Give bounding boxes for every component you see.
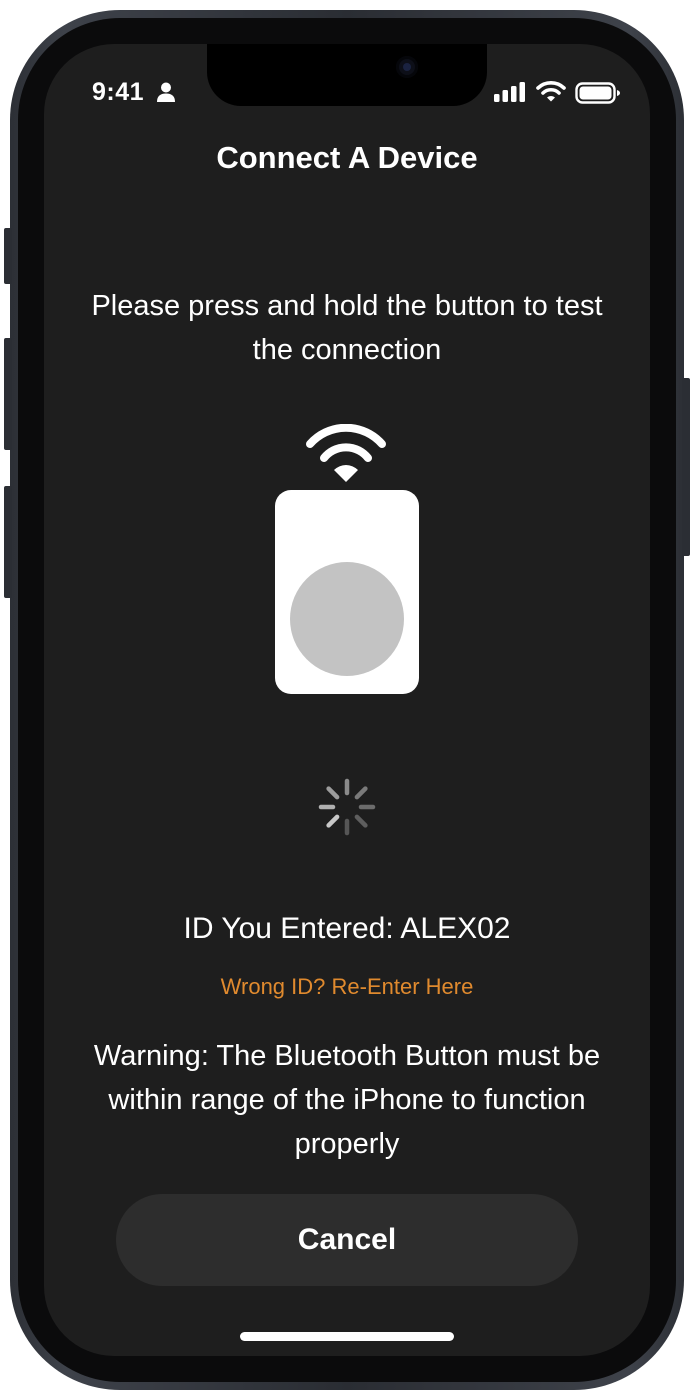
action-button [4, 228, 12, 284]
page-title: Connect A Device [216, 140, 478, 175]
entered-id-text: ID You Entered: ALEX02 [183, 912, 511, 945]
home-indicator[interactable] [240, 1332, 454, 1341]
power-button [682, 378, 690, 556]
reenter-id-link[interactable]: Wrong ID? Re-Enter Here [44, 974, 650, 1000]
app-screen: 9:41 Connect A Device Please press and h… [44, 44, 650, 1356]
device-button-circle [290, 562, 404, 676]
instructions-text: Please press and hold the button to test… [91, 290, 603, 366]
cellular-signal-icon [494, 82, 525, 102]
volume-down-button [4, 486, 12, 598]
person-icon [157, 82, 175, 102]
cancel-button[interactable]: Cancel [116, 1194, 578, 1286]
battery-icon [575, 82, 620, 104]
wifi-signal-icon [306, 424, 386, 482]
range-warning-text: Warning: The Bluetooth Button must be wi… [93, 1040, 601, 1160]
status-time: 9:41 [92, 78, 145, 106]
volume-up-button [4, 338, 12, 450]
status-bar: 9:41 [44, 44, 650, 106]
wifi-icon [536, 81, 566, 102]
bluetooth-button-device-icon [275, 490, 419, 694]
cancel-button-label: Cancel [297, 1223, 397, 1256]
device-illustration [274, 424, 420, 694]
activity-spinner-icon [318, 778, 376, 836]
